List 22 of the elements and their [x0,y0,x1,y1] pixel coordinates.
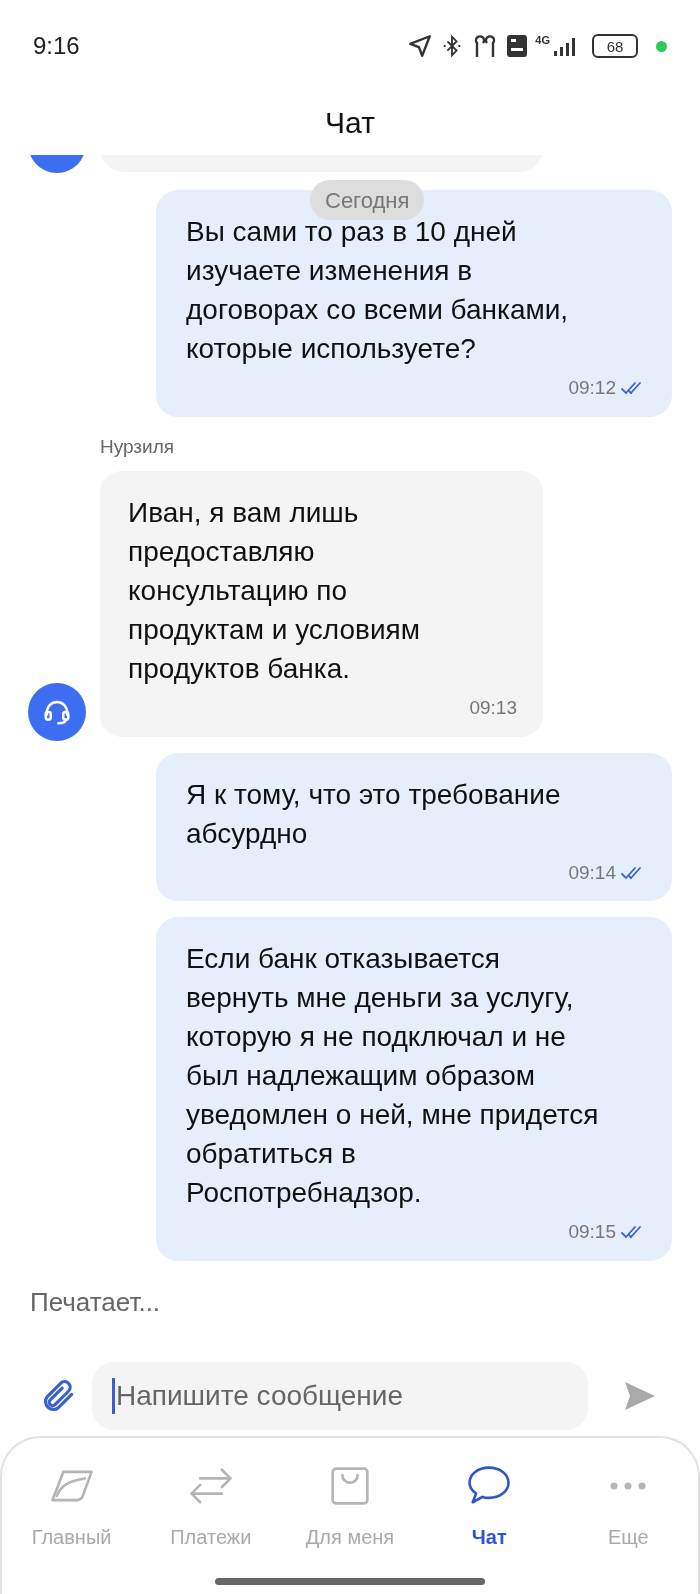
date-chip: Сегодня [310,180,425,220]
nav-tab[interactable]: Платежи [141,1460,281,1552]
message-time: 09:14 [568,860,616,885]
message-text: Иван, я вам лишь предоставляю консультацию по продуктам и условиям продуктов банка. [128,496,421,686]
nav-tab[interactable]: Еще [558,1460,698,1552]
battery-indicator: 68 [592,34,638,58]
nav-tab[interactable]: Чат [419,1460,559,1552]
location-icon [407,33,434,59]
message-time: 09:12 [568,376,616,400]
status-time: 9:16 [33,31,80,61]
network-type: 4G [535,35,550,46]
screen-title: Чат [325,105,375,141]
nav-tab[interactable]: Для меня [280,1460,420,1552]
message-text: Если банк отказывается вернуть мне деньги за услугу, которую я не подключал и не был надлежащим образом уведомлен о ней, мне придется обратиться в Роспотребнадзор. [186,942,600,1210]
nav-tab[interactable]: Главный [2,1460,142,1552]
typing-indicator: Печатает... [30,1285,162,1319]
message-time: 09:13 [469,696,517,720]
sender-name: Нурзиля [100,434,176,459]
signal-icon [552,35,578,57]
message-input[interactable]: Напишите сообщение [92,1361,588,1430]
message-text: Я к тому, что это требование абсурдно [186,777,562,851]
message-time: 09:15 [568,1220,616,1244]
